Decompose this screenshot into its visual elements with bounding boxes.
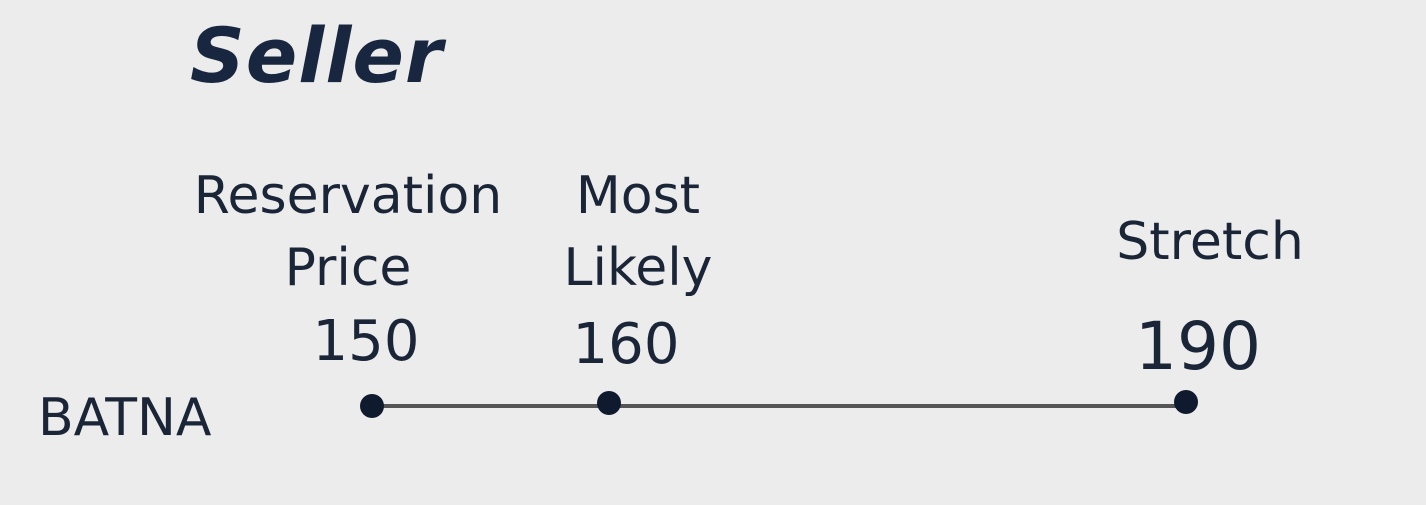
stretch-dot bbox=[1174, 390, 1198, 414]
reservation-price-dot bbox=[360, 394, 384, 418]
most-likely-dot bbox=[597, 391, 621, 415]
price-scale bbox=[360, 390, 1198, 418]
